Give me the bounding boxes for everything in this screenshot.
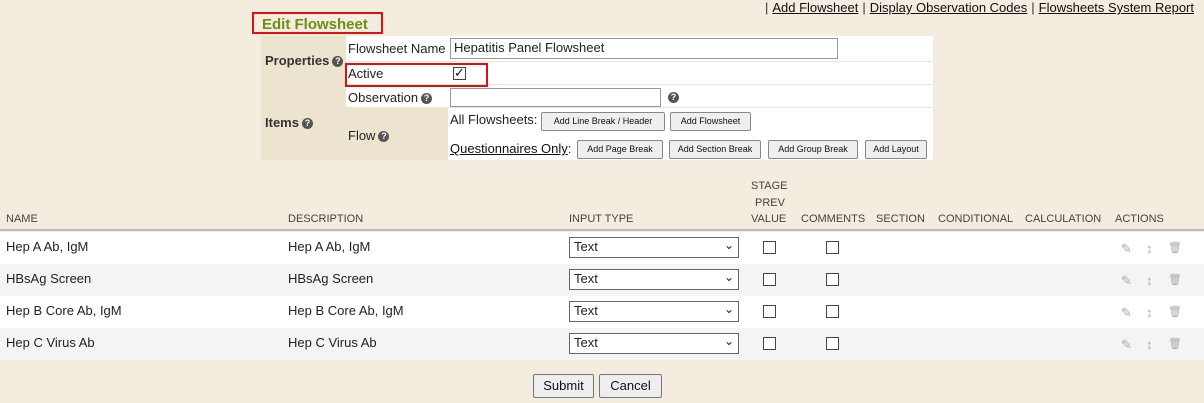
all-flowsheets-label: All Flowsheets: [450,112,538,127]
chevron-down-icon: ⌄ [723,334,734,348]
move-icon[interactable]: ↕ [1146,337,1153,352]
flow-label: Flow? [348,128,390,143]
edit-icon[interactable]: ✎ [1121,337,1132,353]
table-row: Hep B Core Ab, IgM Hep B Core Ab, IgM Te… [0,296,1204,328]
row-description: HBsAg Screen [288,271,374,286]
stage-prev-value-checkbox[interactable] [763,241,776,254]
col-prev: PREV [755,197,785,209]
stage-prev-value-checkbox[interactable] [763,273,776,286]
col-comments: COMMENTS [801,213,866,225]
move-icon[interactable]: ↕ [1146,305,1153,320]
page-title: Edit Flowsheet [262,16,368,33]
observation-input[interactable] [450,88,661,107]
row-name: HBsAg Screen [6,271,92,286]
add-line-break-button[interactable]: Add Line Break / Header [541,112,665,131]
input-type-select[interactable]: Text ⌄ [569,237,739,258]
input-type-select[interactable]: Text ⌄ [569,301,739,322]
properties-label: Properties? [265,53,344,68]
flowsheet-name-input[interactable]: Hepatitis Panel Flowsheet [450,38,838,59]
move-icon[interactable]: ↕ [1146,241,1153,256]
help-icon[interactable]: ? [421,93,433,105]
add-section-break-button[interactable]: Add Section Break [669,140,761,159]
observation-label-text: Observation [348,90,419,105]
comments-checkbox[interactable] [826,273,839,286]
help-icon[interactable]: ? [332,56,344,68]
stage-prev-value-checkbox[interactable] [763,305,776,318]
col-conditional: CONDITIONAL [938,213,1014,225]
col-description: DESCRIPTION [288,213,364,225]
submit-button[interactable]: Submit [533,374,594,398]
chevron-down-icon: ⌄ [723,302,734,316]
input-type-value: Text [574,239,598,254]
col-stage: STAGE [751,180,788,192]
row-description: Hep B Core Ab, IgM [288,303,404,318]
chevron-down-icon: ⌄ [723,270,734,284]
display-observation-codes-link[interactable]: Display Observation Codes [870,0,1028,15]
add-group-break-button[interactable]: Add Group Break [768,140,858,159]
observation-label: Observation? [348,90,433,105]
input-type-value: Text [574,271,598,286]
row-name: Hep B Core Ab, IgM [6,303,122,318]
row-description: Hep A Ab, IgM [288,239,371,254]
delete-icon[interactable]: 🗑 [1168,337,1182,350]
add-layout-button[interactable]: Add Layout [865,140,927,159]
table-row: Hep A Ab, IgM Hep A Ab, IgM Text ⌄ ✎ ↕ 🗑 [0,232,1204,264]
questionnaires-colon: : [567,141,572,156]
delete-icon[interactable]: 🗑 [1168,305,1182,318]
flowsheets-system-report-link[interactable]: Flowsheets System Report [1039,0,1194,15]
page-title-highlight: Edit Flowsheet [252,12,383,34]
cancel-button[interactable]: Cancel [599,374,662,398]
delete-icon[interactable]: 🗑 [1168,273,1182,286]
table-row: Hep C Virus Ab Hep C Virus Ab Text ⌄ ✎ ↕ … [0,328,1204,360]
comments-checkbox[interactable] [826,305,839,318]
col-value: VALUE [751,213,787,225]
col-input-type: INPUT TYPE [569,213,634,225]
edit-icon[interactable]: ✎ [1121,273,1132,289]
questionnaires-label: Questionnaires Only: [450,141,571,156]
delete-icon[interactable]: 🗑 [1168,241,1182,254]
help-icon[interactable]: ? [668,92,679,103]
table-row: HBsAg Screen HBsAg Screen Text ⌄ ✎ ↕ 🗑 [0,264,1204,296]
properties-panel: Properties? Items? Flowsheet Name Hepati… [261,36,933,160]
col-section: SECTION [876,213,925,225]
top-links: | Add Flowsheet | Display Observation Codes… [761,0,1194,15]
add-flowsheet-button[interactable]: Add Flowsheet [670,112,751,131]
row-name: Hep A Ab, IgM [6,239,89,254]
comments-checkbox[interactable] [826,337,839,350]
col-name: NAME [6,213,38,225]
separator: | [862,0,866,15]
flow-label-text: Flow [348,128,376,143]
comments-checkbox[interactable] [826,241,839,254]
move-icon[interactable]: ↕ [1146,273,1153,288]
active-highlight [345,63,488,87]
edit-icon[interactable]: ✎ [1121,241,1132,257]
items-label-text: Items [265,115,299,130]
items-label: Items? [265,115,313,130]
input-type-value: Text [574,303,598,318]
chevron-down-icon: ⌄ [723,238,734,252]
add-flowsheet-link[interactable]: Add Flowsheet [772,0,858,15]
row-description: Hep C Virus Ab [288,335,377,350]
col-actions: ACTIONS [1115,213,1164,225]
input-type-value: Text [574,335,598,350]
grid-header: NAME DESCRIPTION INPUT TYPE STAGE PREV V… [0,176,1204,231]
add-page-break-button[interactable]: Add Page Break [577,140,663,159]
input-type-select[interactable]: Text ⌄ [569,333,739,354]
row-name: Hep C Virus Ab [6,335,95,350]
questionnaires-only-link[interactable]: Questionnaires Only [450,141,568,156]
col-calculation: CALCULATION [1025,213,1102,225]
help-icon[interactable]: ? [301,118,313,130]
help-icon[interactable]: ? [378,131,390,143]
edit-icon[interactable]: ✎ [1121,305,1132,321]
separator: | [764,0,769,15]
input-type-select[interactable]: Text ⌄ [569,269,739,290]
separator: | [1031,0,1035,15]
flowsheet-name-label: Flowsheet Name [348,41,446,56]
stage-prev-value-checkbox[interactable] [763,337,776,350]
properties-label-text: Properties [265,53,330,68]
